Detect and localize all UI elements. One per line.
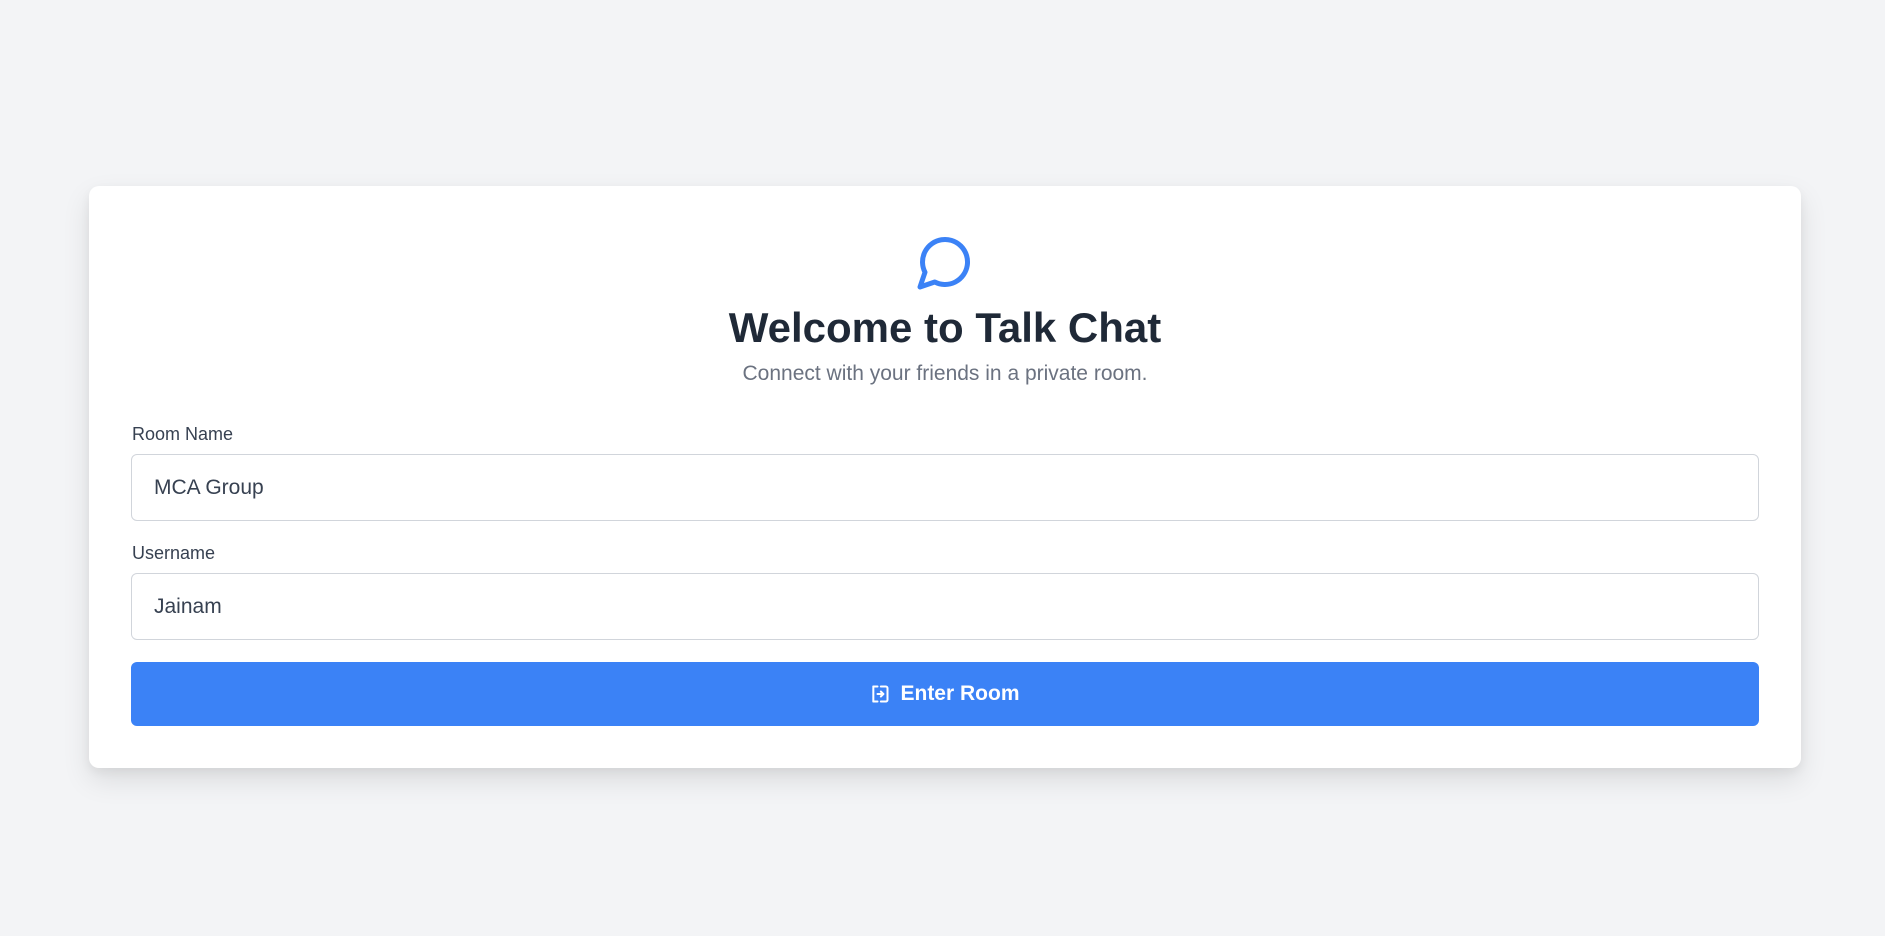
room-name-label: Room Name [132, 424, 234, 444]
enter-room-button[interactable]: Enter Room [131, 662, 1759, 726]
page-subtitle: Connect with your friends in a private r… [742, 362, 1148, 385]
enter-icon [872, 685, 889, 703]
page-title: Welcome to Talk Chat [728, 304, 1162, 351]
enter-room-label: Enter Room [900, 682, 1020, 705]
username-label: Username [132, 543, 216, 563]
room-name-input[interactable] [131, 454, 1759, 521]
login-card: Welcome to Talk Chat Connect with your f… [89, 186, 1801, 768]
username-input[interactable] [131, 573, 1759, 640]
chat-bubble-icon [917, 236, 971, 290]
